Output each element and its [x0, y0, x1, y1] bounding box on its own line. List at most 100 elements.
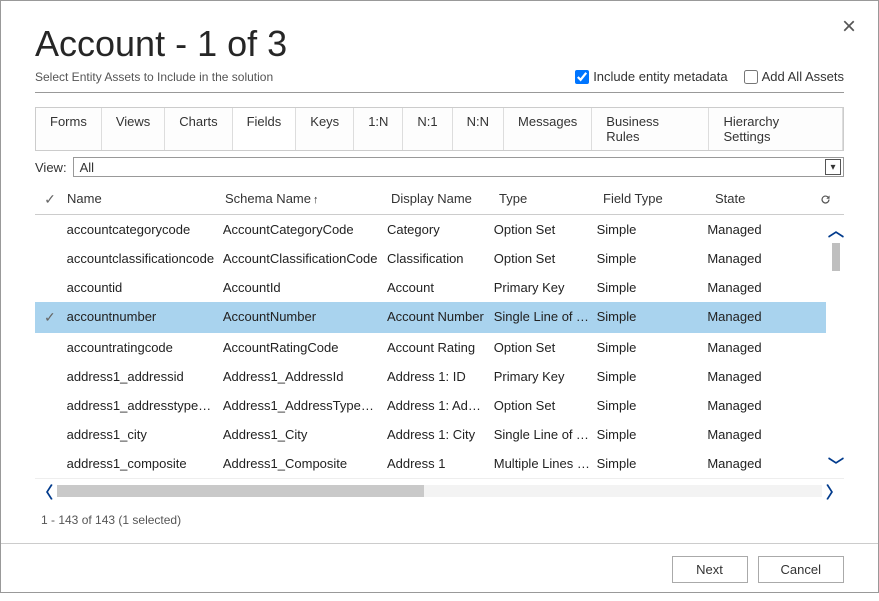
tab-views[interactable]: Views: [102, 108, 165, 150]
page-title: Account - 1 of 3: [35, 23, 844, 65]
table-row[interactable]: accountidAccountIdAccountPrimary KeySimp…: [35, 273, 826, 302]
table-row[interactable]: address1_compositeAddress1_CompositeAddr…: [35, 449, 826, 478]
cell-schema: AccountNumber: [223, 309, 387, 326]
sort-ascending-icon: ↑: [313, 194, 319, 206]
include-metadata-input[interactable]: [575, 70, 589, 84]
cell-field-type: Simple: [597, 369, 708, 384]
cell-state: Managed: [707, 251, 806, 266]
tab-charts[interactable]: Charts: [165, 108, 232, 150]
row-check[interactable]: [35, 340, 65, 355]
row-check[interactable]: [35, 456, 65, 471]
grid-body: accountcategorycodeAccountCategoryCodeCa…: [35, 215, 844, 478]
scroll-down-icon[interactable]: ﹀: [828, 452, 844, 476]
header-state[interactable]: State: [715, 191, 815, 208]
tab-messages[interactable]: Messages: [504, 108, 592, 150]
cell-type: Option Set: [494, 340, 597, 355]
cell-type: Single Line of Text: [494, 309, 597, 326]
add-all-assets-input[interactable]: [744, 70, 758, 84]
horizontal-scrollbar[interactable]: 〈 〉: [35, 478, 844, 503]
hscroll-track[interactable]: [57, 485, 822, 497]
tab-n-1[interactable]: N:1: [403, 108, 452, 150]
tabs-bar: FormsViewsChartsFieldsKeys1:NN:1N:NMessa…: [35, 107, 844, 151]
row-check[interactable]: [35, 427, 65, 442]
table-row[interactable]: address1_cityAddress1_CityAddress 1: Cit…: [35, 420, 826, 449]
cell-state: Managed: [707, 309, 806, 326]
table-row[interactable]: accountratingcodeAccountRatingCodeAccoun…: [35, 333, 826, 362]
cell-schema: Address1_City: [223, 427, 387, 442]
table-row[interactable]: ✓accountnumberAccountNumberAccount Numbe…: [35, 302, 826, 333]
tab-forms[interactable]: Forms: [36, 108, 102, 150]
cell-type: Option Set: [494, 222, 597, 237]
cell-state: Managed: [707, 222, 806, 237]
add-all-assets-checkbox[interactable]: Add All Assets: [744, 69, 844, 84]
cell-display: Address 1: City: [387, 427, 494, 442]
cell-display: Category: [387, 222, 494, 237]
cell-schema: Address1_AddressTypeCode: [223, 398, 387, 413]
add-all-assets-label: Add All Assets: [762, 69, 844, 84]
chevron-down-icon[interactable]: ▾: [825, 159, 841, 175]
cell-state: Managed: [707, 456, 806, 471]
header-check-column[interactable]: ✓: [35, 191, 65, 208]
cell-type: Single Line of Text: [494, 427, 597, 442]
row-check[interactable]: [35, 369, 65, 384]
cell-state: Managed: [707, 369, 806, 384]
tab-1-n[interactable]: 1:N: [354, 108, 403, 150]
tab-fields[interactable]: Fields: [233, 108, 297, 150]
table-row[interactable]: accountclassificationcodeAccountClassifi…: [35, 244, 826, 273]
table-row[interactable]: address1_addressidAddress1_AddressIdAddr…: [35, 362, 826, 391]
page-subtitle: Select Entity Assets to Include in the s…: [35, 70, 273, 84]
table-row[interactable]: address1_addresstypecodeAddress1_Address…: [35, 391, 826, 420]
vertical-scrollbar[interactable]: ︿ ﹀: [828, 215, 844, 478]
header-type[interactable]: Type: [499, 191, 603, 208]
scroll-right-icon[interactable]: 〉: [824, 479, 844, 503]
view-dropdown-value: All: [80, 160, 94, 175]
cell-field-type: Simple: [597, 398, 708, 413]
cell-schema: AccountRatingCode: [223, 340, 387, 355]
row-check[interactable]: ✓: [35, 309, 65, 326]
table-row[interactable]: accountcategorycodeAccountCategoryCodeCa…: [35, 215, 826, 244]
cell-display: Account: [387, 280, 494, 295]
cell-state: Managed: [707, 427, 806, 442]
cancel-button[interactable]: Cancel: [758, 556, 844, 583]
cell-name: accountid: [65, 280, 223, 295]
header-schema[interactable]: Schema Name↑: [225, 191, 391, 208]
tab-n-n[interactable]: N:N: [453, 108, 504, 150]
cell-display: Address 1: Addr…: [387, 398, 494, 413]
tab-business-rules[interactable]: Business Rules: [592, 108, 709, 150]
cell-type: Option Set: [494, 251, 597, 266]
cell-field-type: Simple: [597, 309, 708, 326]
next-button[interactable]: Next: [672, 556, 748, 583]
cell-schema: AccountCategoryCode: [223, 222, 387, 237]
cell-name: address1_addresstypecode: [65, 398, 223, 413]
cell-display: Classification: [387, 251, 494, 266]
view-dropdown[interactable]: All ▾: [73, 157, 844, 177]
cell-field-type: Simple: [597, 251, 708, 266]
scroll-up-icon[interactable]: ︿: [828, 217, 844, 241]
hscroll-thumb[interactable]: [57, 485, 424, 497]
cell-field-type: Simple: [597, 222, 708, 237]
cell-schema: Address1_Composite: [223, 456, 387, 471]
scroll-left-icon[interactable]: 〈: [35, 479, 55, 503]
row-check[interactable]: [35, 222, 65, 237]
cell-state: Managed: [707, 280, 806, 295]
grid-header: ✓ Name Schema Name↑ Display Name Type Fi…: [35, 185, 844, 215]
cell-field-type: Simple: [597, 456, 708, 471]
row-check[interactable]: [35, 398, 65, 413]
scroll-thumb[interactable]: [832, 243, 840, 271]
header-schema-label: Schema Name: [225, 191, 311, 206]
header-display[interactable]: Display Name: [391, 191, 499, 208]
header-name[interactable]: Name: [65, 191, 225, 208]
cell-type: Primary Key: [494, 369, 597, 384]
close-icon[interactable]: ×: [842, 15, 856, 39]
cell-name: accountclassificationcode: [65, 251, 223, 266]
row-check[interactable]: [35, 251, 65, 266]
header-field-type[interactable]: Field Type: [603, 191, 715, 208]
include-metadata-checkbox[interactable]: Include entity metadata: [575, 69, 727, 84]
cell-name: accountcategorycode: [65, 222, 223, 237]
cell-field-type: Simple: [597, 427, 708, 442]
cell-display: Address 1: ID: [387, 369, 494, 384]
tab-keys[interactable]: Keys: [296, 108, 354, 150]
tab-hierarchy-settings[interactable]: Hierarchy Settings: [709, 108, 843, 150]
refresh-icon[interactable]: [815, 191, 835, 208]
row-check[interactable]: [35, 280, 65, 295]
